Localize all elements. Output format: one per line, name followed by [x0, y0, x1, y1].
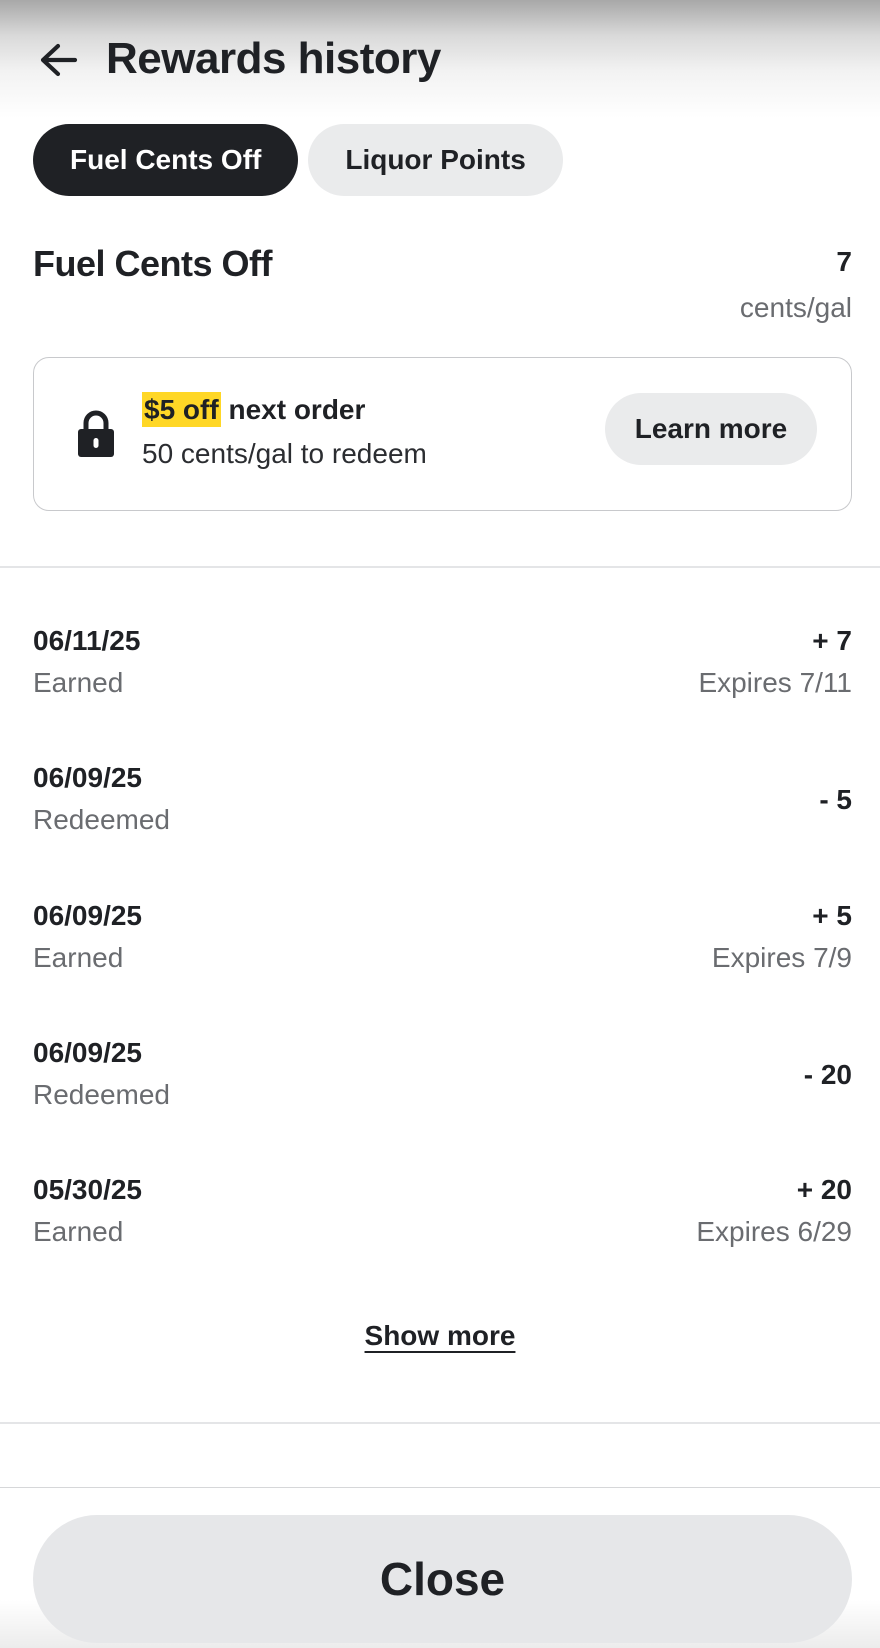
lock-icon: [78, 410, 114, 457]
divider: [0, 566, 880, 568]
promo-highlight: $5 off: [142, 392, 221, 427]
back-button[interactable]: [34, 36, 82, 84]
arrow-left-icon: [40, 43, 78, 77]
history-expires: Expires 7/11: [698, 667, 852, 698]
history-row: 06/09/25 Redeemed - 20: [33, 1037, 852, 1137]
history-status: Earned: [33, 942, 124, 973]
divider: [0, 1422, 880, 1424]
history-date: 06/11/25: [33, 625, 141, 656]
footer: Close: [0, 1487, 880, 1648]
reward-tabs: Fuel Cents Off Liquor Points: [33, 124, 563, 196]
history-date: 05/30/25: [33, 1174, 142, 1205]
tab-liquor-points[interactable]: Liquor Points: [308, 124, 563, 196]
history-expires: Expires 7/9: [711, 942, 852, 973]
history-amount: - 20: [803, 1059, 852, 1090]
history-row: 06/11/25 Earned + 7 Expires 7/11: [33, 625, 852, 725]
history-date: 06/09/25: [33, 900, 142, 931]
history-amount: + 20: [796, 1174, 852, 1205]
show-more-container: Show more: [0, 1320, 880, 1352]
learn-more-button[interactable]: Learn more: [605, 393, 817, 465]
history-status: Earned: [33, 1216, 124, 1247]
header: Rewards history: [0, 0, 880, 118]
history-expires: Expires 6/29: [696, 1216, 852, 1247]
show-more-link[interactable]: Show more: [365, 1320, 516, 1351]
history-row: 05/30/25 Earned + 20 Expires 6/29: [33, 1174, 852, 1274]
history-date: 06/09/25: [33, 762, 142, 793]
balance-value: 7: [836, 246, 852, 277]
balance-unit: cents/gal: [739, 292, 852, 323]
history-date: 06/09/25: [33, 1037, 142, 1068]
history-status: Redeemed: [33, 1079, 170, 1110]
history-amount: + 5: [812, 900, 852, 931]
page-title: Rewards history: [106, 34, 441, 83]
history-row: 06/09/25 Earned + 5 Expires 7/9: [33, 900, 852, 1000]
promo-headline-rest: next order: [220, 394, 366, 425]
history-status: Earned: [33, 667, 124, 698]
promo-subtext: 50 cents/gal to redeem: [142, 438, 427, 469]
history-amount: + 7: [812, 625, 852, 656]
history-row: 06/09/25 Redeemed - 5: [33, 762, 852, 862]
tab-fuel-cents-off[interactable]: Fuel Cents Off: [33, 124, 299, 196]
history-status: Redeemed: [33, 804, 170, 835]
promo-card: $5 off next order 50 cents/gal to redeem…: [33, 357, 852, 511]
section-title: Fuel Cents Off: [33, 243, 273, 284]
close-button[interactable]: Close: [33, 1515, 852, 1643]
promo-headline: $5 off next order: [142, 392, 366, 427]
history-amount: - 5: [819, 784, 852, 815]
